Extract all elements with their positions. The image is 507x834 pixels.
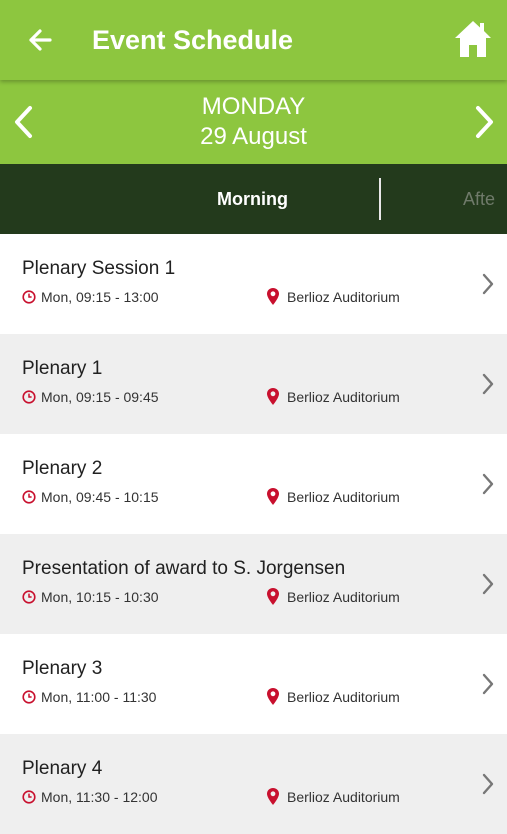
session-time: Mon, 11:00 - 11:30: [41, 689, 157, 705]
chevron-right-icon: [482, 673, 494, 695]
session-time: Mon, 10:15 - 10:30: [41, 589, 159, 605]
session-time: Mon, 09:15 - 13:00: [41, 289, 159, 305]
clock-icon: [22, 290, 36, 304]
app-header: Event Schedule: [0, 0, 507, 80]
location-pin-icon: [267, 788, 279, 805]
session-location: Berlioz Auditorium: [287, 689, 400, 705]
back-arrow-icon[interactable]: [24, 22, 56, 58]
page-title: Event Schedule: [92, 25, 294, 55]
session-title: Plenary 1: [22, 358, 103, 379]
session-row[interactable]: Plenary Session 1 Mon, 09:15 - 13:00 Ber…: [0, 234, 507, 334]
session-location: Berlioz Auditorium: [287, 489, 400, 505]
session-title: Plenary 3: [22, 658, 103, 679]
clock-icon: [22, 590, 36, 604]
location-pin-icon: [267, 388, 279, 405]
clock-icon: [22, 490, 36, 504]
location-pin-icon: [267, 288, 279, 305]
session-title: Plenary 4: [22, 758, 103, 779]
chevron-right-icon: [482, 373, 494, 395]
day-label: MONDAY: [201, 93, 306, 120]
location-pin-icon: [267, 688, 279, 705]
location-pin-icon: [267, 488, 279, 505]
session-title: Plenary 2: [22, 458, 103, 479]
tab-divider: [379, 178, 381, 220]
session-row[interactable]: Plenary 4 Mon, 11:30 - 12:00 Berlioz Aud…: [0, 734, 507, 834]
session-row[interactable]: Plenary 3 Mon, 11:00 - 11:30 Berlioz Aud…: [0, 634, 507, 734]
session-title: Plenary Session 1: [22, 258, 176, 279]
location-pin-icon: [267, 588, 279, 605]
session-time: Mon, 09:45 - 10:15: [41, 489, 159, 505]
session-time: Mon, 11:30 - 12:00: [41, 789, 158, 805]
session-location: Berlioz Auditorium: [287, 289, 400, 305]
session-title: Presentation of award to S. Jorgensen: [22, 558, 346, 579]
date-label: 29 August: [200, 123, 307, 150]
home-icon[interactable]: [453, 18, 493, 60]
clock-icon: [22, 790, 36, 804]
clock-icon: [22, 390, 36, 404]
session-time: Mon, 09:15 - 09:45: [41, 389, 159, 405]
tab-morning[interactable]: Morning: [217, 188, 288, 210]
time-of-day-tabs: Morning Afte: [0, 164, 507, 234]
clock-icon: [22, 690, 36, 704]
session-row[interactable]: Presentation of award to S. Jorgensen Mo…: [0, 534, 507, 634]
tab-afternoon[interactable]: Afte: [463, 188, 495, 210]
chevron-right-icon: [482, 473, 494, 495]
session-location: Berlioz Auditorium: [287, 389, 400, 405]
chevron-right-icon: [482, 773, 494, 795]
session-row[interactable]: Plenary 1 Mon, 09:15 - 09:45 Berlioz Aud…: [0, 334, 507, 434]
chevron-right-icon[interactable]: [470, 102, 498, 142]
session-list: Plenary Session 1 Mon, 09:15 - 13:00 Ber…: [0, 234, 507, 834]
session-location: Berlioz Auditorium: [287, 789, 400, 805]
chevron-right-icon: [482, 273, 494, 295]
date-navigator: MONDAY 29 August: [0, 80, 507, 164]
session-row[interactable]: Plenary 2 Mon, 09:45 - 10:15 Berlioz Aud…: [0, 434, 507, 534]
chevron-right-icon: [482, 573, 494, 595]
session-location: Berlioz Auditorium: [287, 589, 400, 605]
